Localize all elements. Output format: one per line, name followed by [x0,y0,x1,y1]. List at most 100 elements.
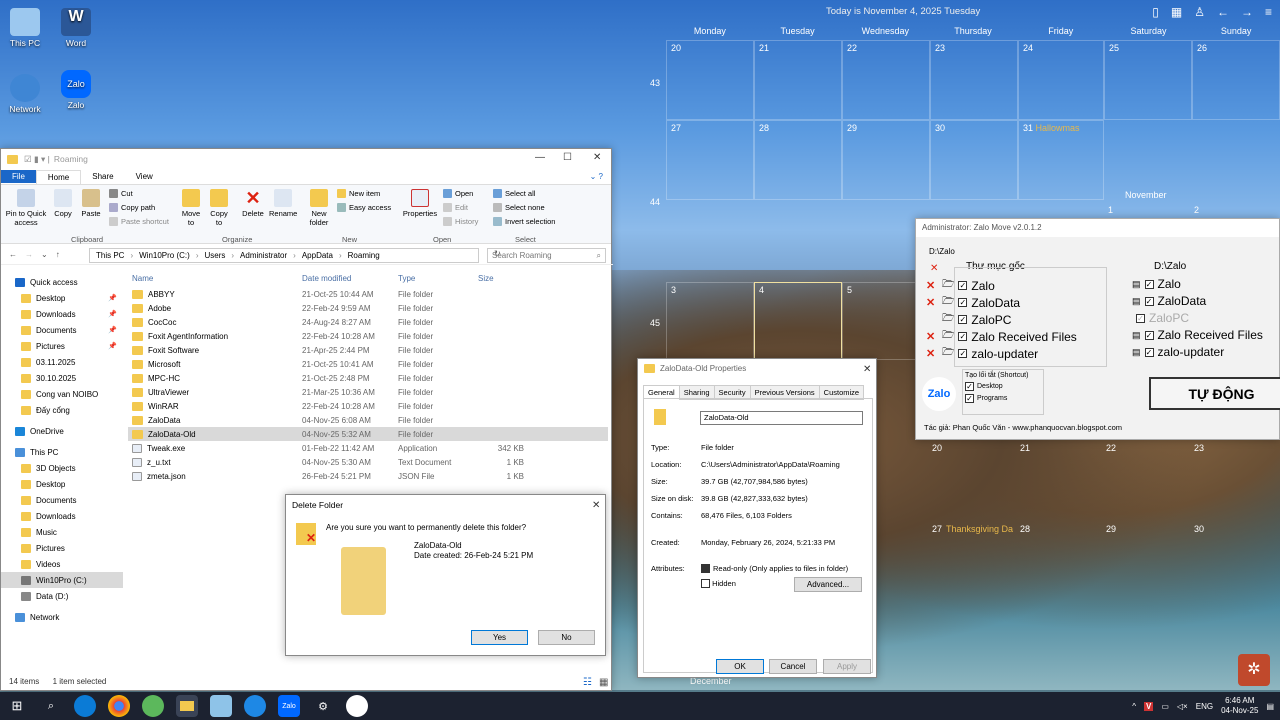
breadcrumb-item[interactable]: Administrator [240,251,287,260]
edge-icon[interactable] [74,695,96,717]
folder-checkbox[interactable]: ✓ [958,315,968,324]
nav-item[interactable]: 03.11.2025 [1,354,123,370]
coccoc-icon[interactable] [142,695,164,717]
folder-name-input[interactable]: ZaloData-Old [700,411,863,425]
settings-icon[interactable]: ⚙ [312,695,334,717]
search-icon[interactable]: ⌕ [40,695,62,717]
file-explorer-icon[interactable] [176,695,198,717]
calendar-cell[interactable]: 20 [666,40,754,120]
copy-path-button[interactable]: Copy path [109,203,155,212]
tab-share[interactable]: Share [81,170,124,183]
folder-checkbox[interactable]: ✓ [1136,313,1145,323]
close-button[interactable]: ✕ [593,152,601,163]
hidden-checkbox[interactable] [701,579,710,588]
breadcrumb-item[interactable]: Roaming [348,251,380,260]
menu-icon[interactable]: ≡ [1265,5,1272,19]
folder-checkbox[interactable]: ✓ [1144,330,1154,340]
file-row[interactable]: Adobe 22-Feb-24 9:59 AM File folder [128,301,608,315]
file-row[interactable]: WinRAR 22-Feb-24 10:28 AM File folder [128,399,608,413]
nav-item[interactable]: Desktop [1,476,123,492]
calendar-cell[interactable]: 28 [754,120,842,200]
file-row[interactable]: z_u.txt 04-Nov-25 5:30 AM Text Document 1 K… [128,455,608,469]
tab-file[interactable]: File [1,170,36,183]
tab-home[interactable]: Home [35,169,82,184]
calendar-cell[interactable]: 23 [930,40,1018,120]
nav-item[interactable]: Music [1,524,123,540]
notification-icon[interactable]: ▤ [1266,702,1274,711]
file-row[interactable]: ABBYY 21-Oct-25 10:44 AM File folder [128,287,608,301]
history-button[interactable]: History [443,217,478,226]
red-x-icon[interactable]: ✕ [930,263,938,274]
select-none-button[interactable]: Select none [493,203,545,212]
chat-icon[interactable] [346,695,368,717]
cut-button[interactable]: Cut [109,189,133,198]
red-x-icon[interactable]: ✕ [926,279,938,292]
new-item-button[interactable]: New item [337,189,380,198]
calendar-cell[interactable]: 3 [666,282,754,360]
nav-item[interactable]: OneDrive [1,423,123,439]
nav-item[interactable]: Documents [1,492,123,508]
ribbon-toggle-icon[interactable]: ⌄ ? [582,172,611,181]
calendar-cell[interactable]: 29 [842,120,930,200]
file-row[interactable]: Tweak.exe 01-Feb-22 11:42 AM Application 34… [128,441,608,455]
red-x-icon[interactable]: ✕ [926,330,938,343]
red-x-icon[interactable]: ✕ [926,347,938,360]
ok-button[interactable]: OK [716,659,764,674]
nav-item[interactable]: Videos [1,556,123,572]
ultraviewer-icon[interactable] [244,695,266,717]
chrome-icon[interactable] [108,695,130,717]
network-tray-icon[interactable]: ▭ [1161,702,1169,711]
word-desktop-icon[interactable]: W Word [51,8,101,48]
move-to-button[interactable]: Move to [179,189,203,227]
notepad-icon[interactable] [210,695,232,717]
maximize-button[interactable]: ☐ [563,152,572,163]
rename-button[interactable]: Rename [269,189,297,218]
quick-access-toolbar-icon[interactable]: ☑ ▮ ▾ | [24,154,50,165]
paste-button[interactable]: Paste [79,189,103,218]
calendar-cell[interactable]: 26 [1192,40,1280,120]
nav-item[interactable]: Documents 📌 [1,322,123,338]
desktop-checkbox[interactable]: ✓ [965,382,974,391]
grid-icon[interactable]: ▦ [1171,5,1182,19]
dialog-close-button[interactable]: ✕ [592,500,600,511]
nav-item[interactable]: Pictures 📌 [1,338,123,354]
file-row[interactable]: CocCoc 24-Aug-24 8:27 AM File folder [128,315,608,329]
pin-icon[interactable]: 📌 [108,342,117,350]
copy-button[interactable]: Copy [51,189,75,218]
file-row[interactable]: zmeta.json 26-Feb-24 5:21 PM JSON File 1 KB [128,469,608,483]
forward-icon[interactable]: → [1241,5,1253,19]
file-row[interactable]: Microsoft 21-Oct-25 10:41 AM File folder [128,357,608,371]
up-arrow-icon[interactable]: ↑ [56,250,60,259]
select-all-button[interactable]: Select all [493,189,535,198]
back-arrow-icon[interactable]: ← [9,250,17,259]
calendar-cell[interactable]: 21 [754,40,842,120]
column-header-size[interactable]: Size [478,274,524,283]
minimize-button[interactable]: — [535,152,545,163]
folder-checkbox[interactable]: ✓ [958,332,968,341]
gear-floating-icon[interactable]: ✲ [1238,654,1270,686]
nav-item[interactable]: Cong van NOIBO [1,386,123,402]
pin-quick-access-button[interactable]: Pin to Quick access [3,189,49,227]
delete-button[interactable]: ✕ Delete [241,189,265,218]
this-pc-desktop-icon[interactable]: This PC [0,8,50,48]
yes-button[interactable]: Yes [471,630,528,645]
nav-item[interactable]: 3D Objects [1,460,123,476]
programs-checkbox[interactable]: ✓ [965,394,974,403]
auto-button[interactable]: TỰ ĐỘNG [1149,377,1280,410]
tiles-view-icon[interactable]: ▦ [599,677,608,688]
nav-item[interactable]: Quick access [1,274,123,290]
copy-to-button[interactable]: Copy to [207,189,231,227]
red-x-icon[interactable]: ✕ [926,296,938,309]
apply-button[interactable]: Apply [823,659,871,674]
recent-dropdown-icon[interactable]: ⌄ [41,250,48,259]
file-row[interactable]: Foxit AgentInformation 22-Feb-24 10:28 AM… [128,329,608,343]
tab-view[interactable]: View [125,170,164,183]
search-input[interactable]: Search Roaming ⌕ [487,248,606,263]
nav-item[interactable]: This PC [1,444,123,460]
network-desktop-icon[interactable]: Network [0,74,50,114]
folder-checkbox[interactable]: ✓ [1144,347,1154,357]
file-row[interactable]: MPC-HC 21-Oct-25 2:48 PM File folder [128,371,608,385]
phone-icon[interactable]: ▯ [1152,5,1159,19]
address-bar[interactable]: This PC › Win10Pro (C:) › Users › Administr… [89,248,479,263]
folder-checkbox[interactable]: ✓ [1144,279,1154,289]
